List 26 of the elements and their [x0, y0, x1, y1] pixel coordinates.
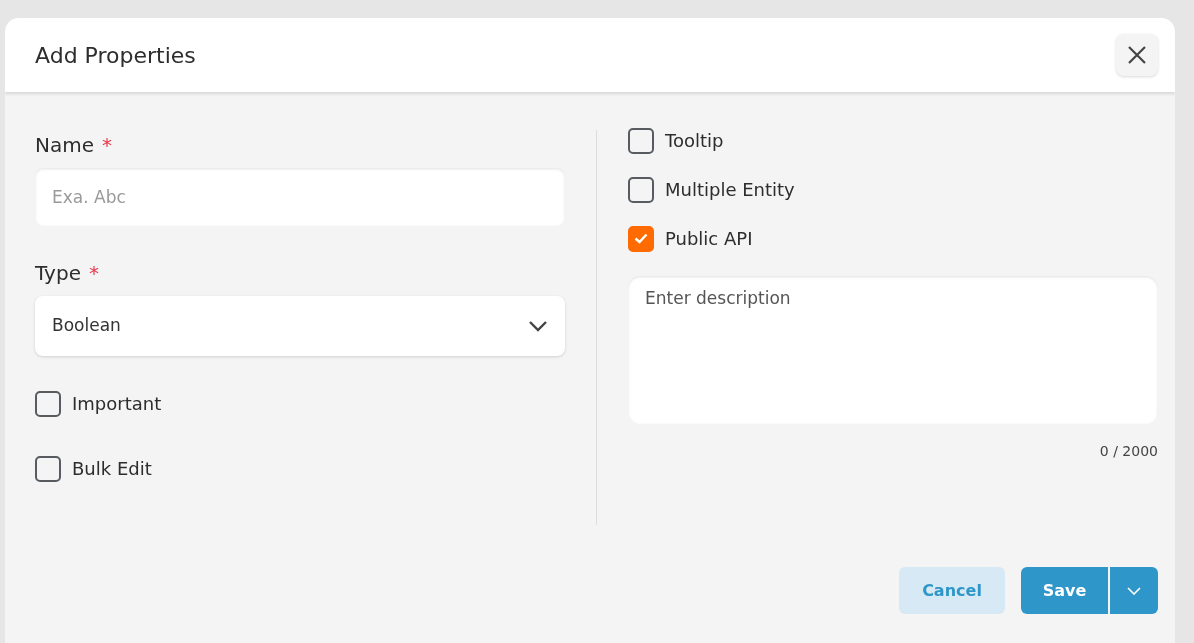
checkbox-label: Bulk Edit: [72, 457, 152, 481]
checkbox[interactable]: [35, 455, 61, 482]
checkbox[interactable]: [628, 127, 654, 154]
chevron-down-icon: [1127, 586, 1141, 595]
required-marker: *: [88, 260, 99, 287]
checkbox-label: Multiple Entity: [665, 178, 795, 202]
field-label: Type: [35, 260, 81, 287]
dialog-title: Add Properties: [35, 41, 196, 70]
checkbox[interactable]: [35, 390, 61, 417]
close-button[interactable]: [1116, 34, 1158, 76]
checkbox[interactable]: [628, 176, 654, 203]
required-marker: *: [102, 132, 112, 159]
chevron-down-icon: [528, 320, 548, 332]
checkbox[interactable]: [628, 225, 654, 252]
checkbox-label: Tooltip: [665, 129, 724, 153]
field-label: Name: [35, 132, 94, 159]
description-field[interactable]: Enter description: [628, 276, 1158, 424]
checkbox-label: Public API: [665, 227, 753, 251]
type-dropdown[interactable]: Boolean: [35, 296, 565, 356]
cancel-button[interactable]: Cancel: [899, 567, 1005, 614]
check-icon: [634, 233, 648, 244]
close-icon: [1127, 45, 1147, 65]
save-button[interactable]: Save: [1021, 567, 1108, 614]
character-counter: 0 / 2000: [1099, 443, 1158, 459]
name-input[interactable]: Exa. Abc: [35, 168, 565, 226]
checkbox-label: Important: [72, 392, 162, 416]
